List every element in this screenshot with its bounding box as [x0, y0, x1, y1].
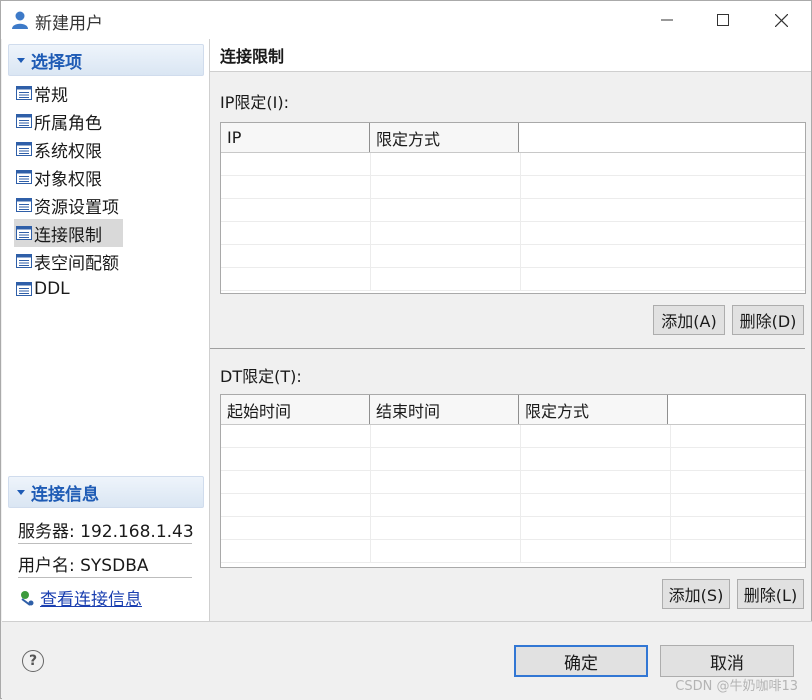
- close-icon: [774, 13, 788, 27]
- view-connection-info-row: 查看连接信息: [18, 585, 142, 610]
- nav-item-connection-limits[interactable]: 连接限制: [14, 219, 123, 247]
- user-icon: [12, 11, 28, 29]
- ip-group-label: IP限定(I):: [220, 93, 289, 112]
- nav-item-ddl[interactable]: DDL: [14, 275, 123, 303]
- cancel-button[interactable]: 取消: [660, 645, 794, 677]
- maximize-icon: [717, 14, 729, 26]
- nav-item-general[interactable]: 常规: [14, 79, 123, 107]
- table-row: [221, 425, 805, 448]
- table-row: [221, 245, 805, 268]
- group-divider: [210, 348, 805, 349]
- collapse-triangle-icon: [17, 57, 25, 63]
- nav-item-roles[interactable]: 所属角色: [14, 107, 123, 135]
- table-row: [221, 153, 805, 176]
- column-header-restriction-mode[interactable]: 限定方式: [370, 123, 519, 152]
- connection-info-section-header[interactable]: 连接信息: [8, 476, 204, 508]
- nav-item-label: 所属角色: [34, 113, 102, 134]
- nav-item-label: 资源设置项: [34, 197, 119, 218]
- column-header-ip[interactable]: IP: [221, 123, 370, 152]
- selection-section-title: 选择项: [31, 52, 82, 73]
- view-connection-info-link[interactable]: 查看连接信息: [40, 585, 142, 610]
- nav-item-label: 连接限制: [34, 225, 102, 246]
- maximize-button[interactable]: [695, 1, 751, 39]
- dialog-window: 新建用户 选择项 常规 所属角色 系统权限 对象权限 资源设置项 连接限制 表空…: [0, 0, 812, 700]
- connection-plug-icon: [21, 590, 34, 606]
- table-row: [221, 540, 805, 563]
- nav-item-resource-settings[interactable]: 资源设置项: [14, 191, 123, 219]
- nav-item-label: 表空间配额: [34, 253, 119, 274]
- table-row: [221, 268, 805, 291]
- window-title: 新建用户: [35, 14, 103, 34]
- ip-table[interactable]: IP 限定方式: [220, 122, 806, 294]
- minimize-icon: [661, 19, 673, 21]
- dt-group-label: DT限定(T):: [220, 367, 302, 386]
- divider: [18, 543, 192, 544]
- dt-delete-button[interactable]: 删除(L): [737, 579, 804, 609]
- ip-add-button[interactable]: 添加(A): [653, 305, 725, 335]
- nav-item-label: DDL: [34, 279, 70, 299]
- table-row: [221, 176, 805, 199]
- column-header-end-time[interactable]: 结束时间: [370, 395, 519, 424]
- page-icon: [16, 142, 32, 156]
- collapse-triangle-icon: [17, 489, 25, 495]
- column-header-start-time[interactable]: 起始时间: [221, 395, 370, 424]
- right-pane: 连接限制 IP限定(I): IP 限定方式 添加(A) 删除(D) DT限定(T…: [210, 39, 811, 621]
- divider: [18, 577, 192, 578]
- page-icon: [16, 254, 32, 268]
- page-icon: [16, 86, 32, 100]
- nav-item-system-privileges[interactable]: 系统权限: [14, 135, 123, 163]
- table-row: [221, 517, 805, 540]
- page-icon: [16, 226, 32, 240]
- nav-list: 常规 所属角色 系统权限 对象权限 资源设置项 连接限制 表空间配额 DDL: [14, 79, 123, 303]
- dt-table-header: 起始时间 结束时间 限定方式: [221, 395, 805, 425]
- page-icon: [16, 114, 32, 128]
- user-info: 用户名: SYSDBA: [18, 556, 149, 576]
- nav-item-object-privileges[interactable]: 对象权限: [14, 163, 123, 191]
- header-filler: [668, 395, 805, 424]
- dt-table[interactable]: 起始时间 结束时间 限定方式: [220, 394, 806, 568]
- ip-delete-button[interactable]: 删除(D): [732, 305, 804, 335]
- help-icon[interactable]: ?: [22, 650, 44, 672]
- close-button[interactable]: [753, 1, 809, 39]
- connection-info-section-title: 连接信息: [31, 484, 99, 505]
- title-bar: 新建用户: [1, 1, 811, 39]
- nav-item-label: 常规: [34, 85, 68, 106]
- minimize-button[interactable]: [639, 1, 695, 39]
- table-row: [221, 471, 805, 494]
- header-filler: [519, 123, 805, 152]
- page-icon: [16, 282, 32, 296]
- page-icon: [16, 198, 32, 212]
- panel-header: 连接限制: [210, 39, 811, 72]
- panel-title: 连接限制: [220, 47, 285, 66]
- table-row: [221, 448, 805, 471]
- ip-table-header: IP 限定方式: [221, 123, 805, 153]
- dialog-footer: ? 确定 取消 CSDN @牛奶咖啡13: [2, 621, 812, 700]
- watermark: CSDN @牛奶咖啡13: [675, 679, 798, 694]
- selection-section-header[interactable]: 选择项: [8, 44, 204, 76]
- page-icon: [16, 170, 32, 184]
- column-header-restriction-mode[interactable]: 限定方式: [519, 395, 668, 424]
- server-info: 服务器: 192.168.1.43: [18, 522, 194, 542]
- nav-item-label: 系统权限: [34, 141, 102, 162]
- table-row: [221, 199, 805, 222]
- ok-button[interactable]: 确定: [514, 645, 648, 677]
- table-row: [221, 222, 805, 245]
- table-row: [221, 494, 805, 517]
- nav-item-tablespace-quota[interactable]: 表空间配额: [14, 247, 123, 275]
- nav-item-label: 对象权限: [34, 169, 102, 190]
- dt-add-button[interactable]: 添加(S): [662, 579, 730, 609]
- left-pane: 选择项 常规 所属角色 系统权限 对象权限 资源设置项 连接限制 表空间配额 D…: [2, 39, 210, 621]
